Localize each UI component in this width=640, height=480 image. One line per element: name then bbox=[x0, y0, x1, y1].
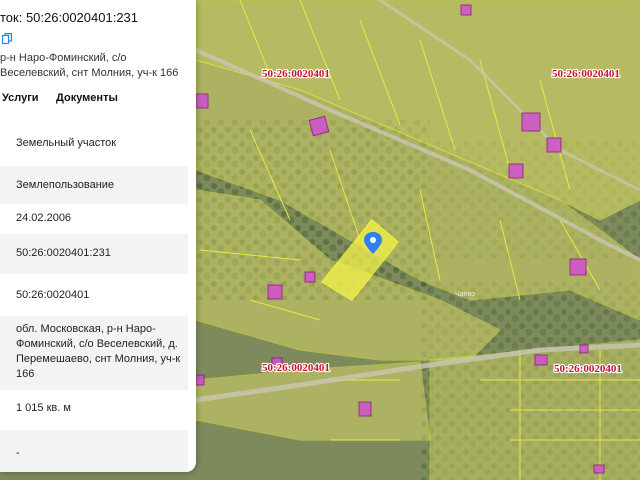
field-date: 24.02.2006 bbox=[0, 206, 188, 232]
field-value: 50:26:0020401:231 bbox=[16, 247, 111, 259]
field-address: обл. Московская, р-н Наро-Фоминский, с/о… bbox=[0, 316, 188, 390]
field-cadastral-number: 50:26:0020401:231 bbox=[0, 234, 188, 274]
field-value: 24.02.2006 bbox=[16, 212, 72, 224]
field-value: Землепользование bbox=[16, 179, 115, 191]
field-value: 50:26:0020401 bbox=[16, 289, 90, 301]
field-type: Земельный участок bbox=[0, 128, 188, 160]
quarter-label: 50:26:0020401 bbox=[552, 68, 620, 80]
field-value: - bbox=[16, 447, 20, 459]
field-extra: - bbox=[0, 430, 188, 472]
field-quarter: 50:26:0020401 bbox=[0, 280, 188, 312]
quarter-label: 50:26:0020401 bbox=[554, 363, 622, 375]
field-value: обл. Московская, р-н Наро-Фоминский, с/о… bbox=[16, 323, 181, 380]
parcel-info-panel: ток: 50:26:0020401:231 р-н Наро-Фомински… bbox=[0, 0, 196, 472]
parcel-address: р-н Наро-Фоминский, с/о Веселевский, снт… bbox=[0, 52, 179, 79]
tab-services[interactable]: Услуги bbox=[2, 92, 39, 104]
field-value: 1 015 кв. м bbox=[16, 402, 71, 414]
field-category: Землепользование bbox=[0, 166, 188, 204]
tab-documents[interactable]: Документы bbox=[56, 92, 118, 104]
copy-icon[interactable] bbox=[2, 33, 12, 44]
quarter-label: 50:26:0020401 bbox=[262, 362, 330, 374]
road-label: Чаево bbox=[455, 291, 475, 298]
quarter-label: 50:26:0020401 bbox=[262, 68, 330, 80]
panel-title: ток: 50:26:0020401:231 bbox=[0, 10, 139, 25]
field-area: 1 015 кв. м bbox=[0, 394, 188, 426]
field-value: Земельный участок bbox=[16, 137, 117, 149]
